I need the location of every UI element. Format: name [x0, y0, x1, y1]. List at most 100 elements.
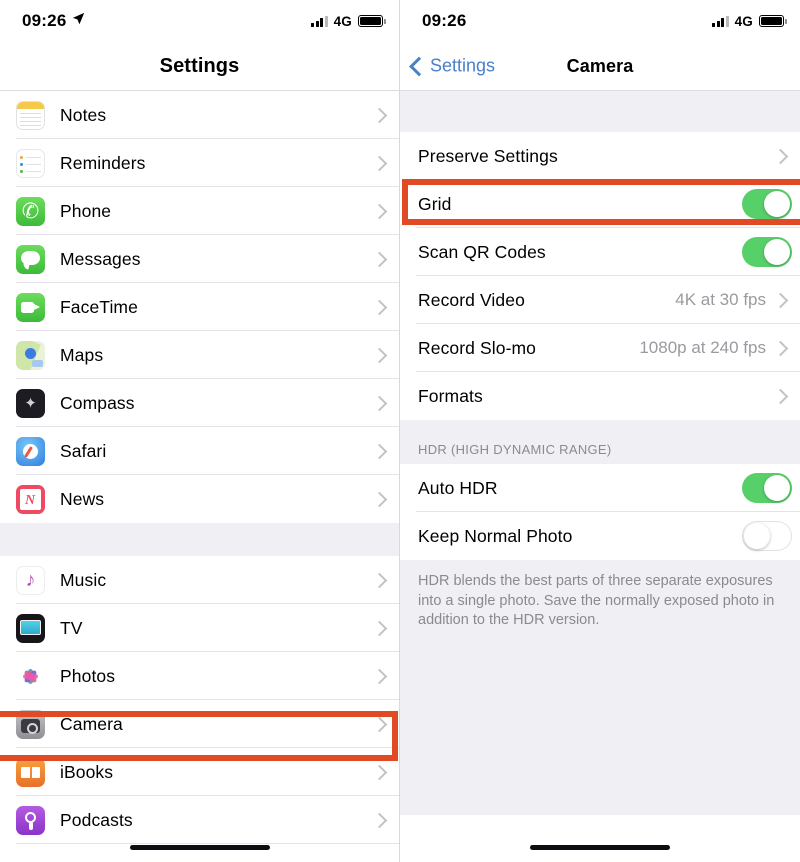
row-label: Phone: [60, 200, 112, 221]
back-button[interactable]: Settings: [409, 56, 495, 77]
row-grid[interactable]: Grid: [400, 180, 800, 228]
row-preserve-settings[interactable]: Preserve Settings: [400, 132, 800, 180]
row-scan-qr-codes[interactable]: Scan QR Codes: [400, 228, 800, 276]
sidebar-item-messages[interactable]: Messages: [0, 235, 399, 283]
sidebar-item-ibooks[interactable]: iBooks: [0, 748, 399, 796]
chevron-right-icon: [371, 572, 388, 588]
camera-settings-screen: 09:26 4G Settings Camera Preserve Settin…: [400, 0, 800, 862]
sidebar-item-news[interactable]: N News: [0, 475, 399, 523]
compass-icon: [16, 388, 45, 418]
chevron-right-icon: [371, 347, 388, 363]
chevron-right-icon: [371, 812, 388, 828]
maps-icon: [16, 340, 45, 370]
signal-bars-icon: [311, 15, 328, 27]
chevron-right-icon: [772, 388, 789, 404]
row-label: Auto HDR: [418, 477, 498, 498]
home-indicator: [530, 845, 670, 850]
battery-icon: [759, 15, 787, 27]
tv-icon: [16, 613, 45, 643]
row-accessory: [742, 189, 800, 219]
row-record-video[interactable]: Record Video 4K at 30 fps: [400, 276, 800, 324]
row-accessory: [371, 251, 399, 267]
battery-icon: [358, 15, 386, 27]
group-gap: [0, 523, 399, 556]
chevron-right-icon: [371, 299, 388, 315]
camera-icon: [16, 709, 45, 739]
row-formats[interactable]: Formats: [400, 372, 800, 420]
row-auto-hdr[interactable]: Auto HDR: [400, 464, 800, 512]
row-label: Podcasts: [60, 809, 133, 830]
chevron-right-icon: [371, 668, 388, 684]
sidebar-item-maps[interactable]: Maps: [0, 331, 399, 379]
row-accessory: [371, 299, 399, 315]
page-title: Camera: [566, 55, 634, 76]
sidebar-item-tv[interactable]: TV: [0, 604, 399, 652]
phone-icon: [16, 196, 45, 226]
scan-qr-codes-toggle[interactable]: [742, 237, 792, 267]
row-keep-normal-photo[interactable]: Keep Normal Photo: [400, 512, 800, 560]
row-accessory: [742, 473, 800, 503]
settings-group-apps-2: Music TV: [0, 556, 399, 844]
sidebar-item-music[interactable]: Music: [0, 556, 399, 604]
row-label: Photos: [60, 665, 116, 686]
chevron-right-icon: [371, 155, 388, 171]
row-label: Keep Normal Photo: [418, 525, 573, 546]
chevron-right-icon: [371, 716, 388, 732]
chevron-right-icon: [371, 764, 388, 780]
sidebar-item-camera[interactable]: Camera: [0, 700, 399, 748]
row-accessory: [742, 521, 800, 551]
keep-normal-photo-toggle[interactable]: [742, 521, 792, 551]
row-label: Safari: [60, 440, 107, 461]
status-time: 09:26: [422, 11, 467, 30]
page-title: Settings: [159, 54, 240, 77]
row-label: Record Video: [418, 289, 525, 310]
settings-screen: 09:26 4G Settings Notes Reminders ✆ Phon…: [0, 0, 400, 862]
facetime-icon: [16, 292, 45, 322]
sidebar-item-notes[interactable]: Notes: [0, 91, 399, 139]
row-accessory: [371, 107, 399, 123]
chevron-right-icon: [772, 148, 789, 164]
toggle-knob: [764, 239, 790, 265]
chevron-right-icon: [371, 107, 388, 123]
sidebar-item-facetime[interactable]: FaceTime: [0, 283, 399, 331]
chevron-right-icon: [371, 203, 388, 219]
row-accessory: [371, 620, 399, 636]
row-value: 4K at 30 fps: [675, 290, 766, 309]
grid-toggle[interactable]: [742, 189, 792, 219]
toggle-knob: [744, 523, 770, 549]
music-icon: [16, 565, 45, 595]
row-label: Maps: [60, 344, 104, 365]
auto-hdr-toggle[interactable]: [742, 473, 792, 503]
status-time: 09:26: [22, 11, 67, 30]
sidebar-item-podcasts[interactable]: Podcasts: [0, 796, 399, 844]
home-indicator: [129, 845, 270, 850]
chevron-right-icon: [371, 251, 388, 267]
ibooks-icon: [16, 757, 45, 787]
messages-icon: [16, 244, 45, 274]
chevron-right-icon: [772, 292, 789, 308]
row-label: FaceTime: [60, 296, 138, 317]
signal-bars-icon: [712, 15, 729, 27]
row-label: iBooks: [60, 761, 114, 782]
status-right-group: 4G: [311, 14, 386, 29]
row-accessory: [772, 148, 800, 164]
row-accessory: [371, 716, 399, 732]
toggle-knob: [764, 191, 790, 217]
sidebar-item-safari[interactable]: Safari: [0, 427, 399, 475]
chevron-right-icon: [371, 620, 388, 636]
chevron-right-icon: [371, 395, 388, 411]
row-accessory: [371, 572, 399, 588]
sidebar-item-photos[interactable]: Photos: [0, 652, 399, 700]
sidebar-item-phone[interactable]: Phone: [0, 187, 399, 235]
sidebar-item-reminders[interactable]: Reminders: [0, 139, 399, 187]
row-label: TV: [60, 617, 83, 638]
camera-settings-group: Preserve Settings Grid Scan QR Codes Rec: [400, 132, 800, 420]
section-header-hdr: HDR (HIGH DYNAMIC RANGE): [400, 420, 800, 464]
row-record-slo-mo[interactable]: Record Slo-mo 1080p at 240 fps: [400, 324, 800, 372]
row-label: Camera: [60, 713, 123, 734]
row-label: Scan QR Codes: [418, 241, 546, 262]
photos-icon: [16, 661, 45, 691]
row-accessory: 1080p at 240 fps: [639, 338, 800, 358]
chevron-right-icon: [772, 340, 789, 356]
sidebar-item-compass[interactable]: Compass: [0, 379, 399, 427]
